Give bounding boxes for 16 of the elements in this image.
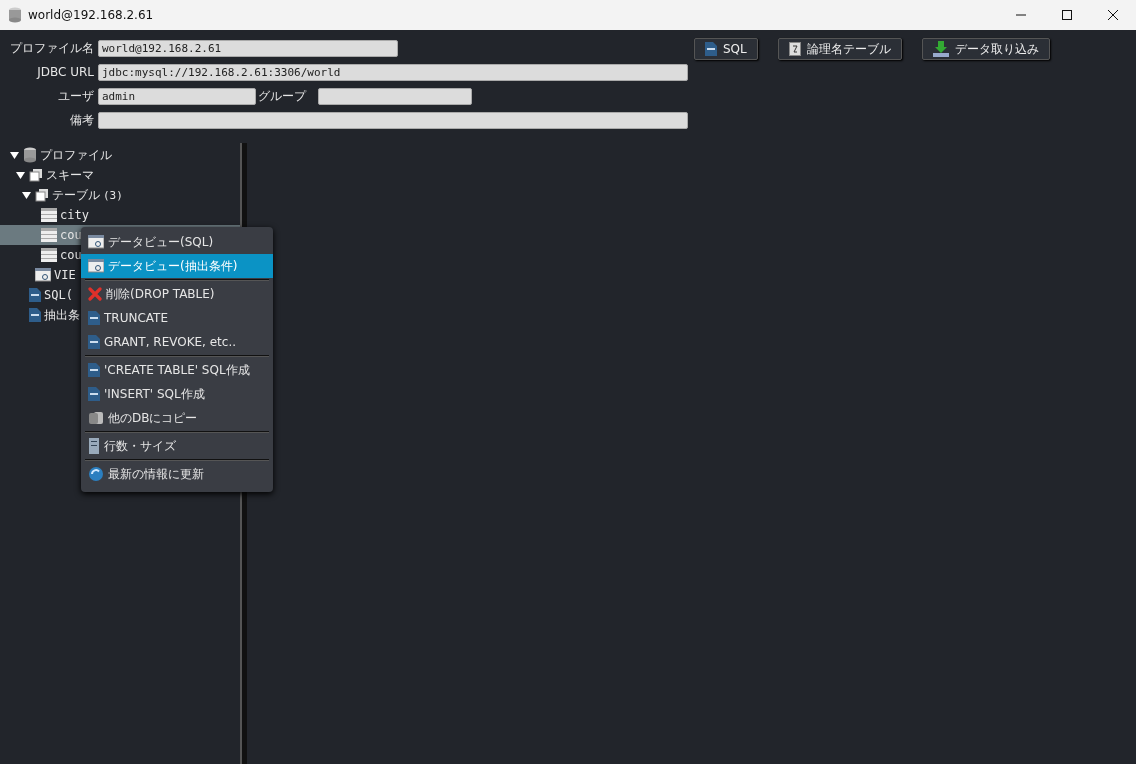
window-title: world@192.168.2.61 — [28, 8, 155, 22]
field-label: ユーザ — [57, 87, 95, 105]
tree-label: cou — [60, 248, 82, 262]
field-label: JDBC URL — [35, 65, 95, 79]
tree-label: スキーマ — [46, 166, 94, 184]
tree-label: プロファイル — [40, 146, 112, 164]
tree-label: cou — [60, 228, 82, 242]
field-label: 備考 — [69, 111, 95, 129]
tree-label: テーブル — [52, 186, 100, 204]
tree-label: VIE — [54, 268, 76, 282]
tree-label: 抽出条 — [44, 306, 80, 324]
tree-label: city — [60, 208, 89, 222]
field-label: グループ — [257, 87, 306, 105]
tree-label: SQL( — [44, 288, 73, 302]
item-count: (3) — [103, 188, 123, 202]
field-label: プロファイル名 — [9, 39, 95, 57]
